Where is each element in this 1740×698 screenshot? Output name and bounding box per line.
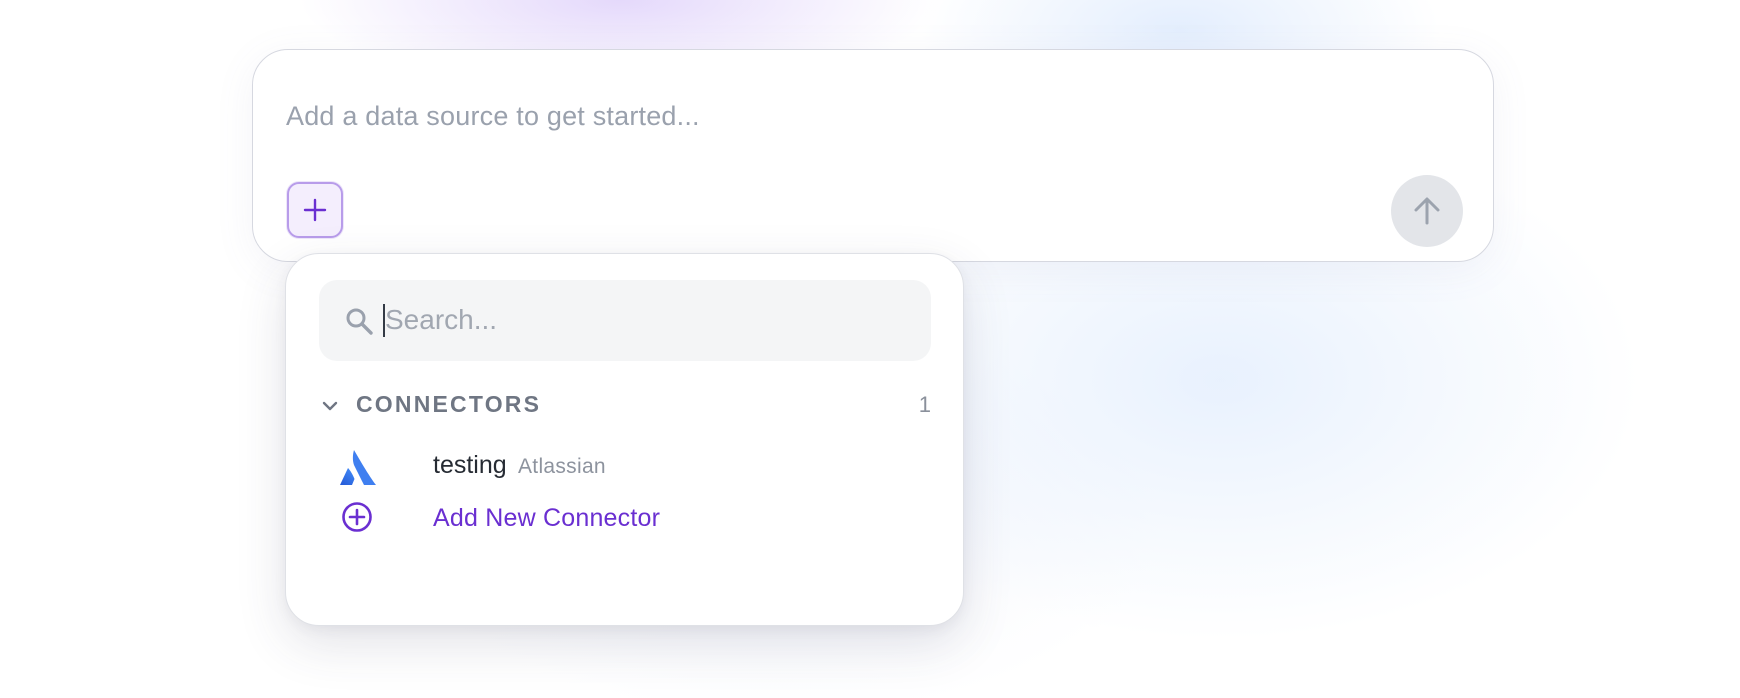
connector-vendor: Atlassian <box>518 455 606 478</box>
search-icon <box>346 308 373 335</box>
arrow-up-icon <box>1414 197 1440 225</box>
search-box[interactable] <box>319 280 931 361</box>
plus-icon <box>303 198 327 222</box>
section-count: 1 <box>918 392 931 417</box>
chat-composer: Add a data source to get started... <box>252 49 1494 262</box>
composer-input[interactable]: Add a data source to get started... <box>286 101 700 132</box>
add-new-connector-button[interactable]: Add New Connector <box>339 498 899 538</box>
add-data-source-button[interactable] <box>287 182 343 238</box>
add-connector-label: Add New Connector <box>433 504 661 532</box>
plus-circle-icon <box>342 502 372 532</box>
section-title: CONNECTORS <box>356 391 542 417</box>
send-button[interactable] <box>1391 175 1463 247</box>
data-source-dropdown: CONNECTORS 1 testing Atlassian Add New C… <box>285 253 964 626</box>
atlassian-logo-icon <box>340 450 376 485</box>
connector-item[interactable]: testing Atlassian <box>339 446 899 488</box>
connector-name: testing <box>433 451 507 479</box>
connectors-section-header[interactable]: CONNECTORS 1 <box>319 390 931 422</box>
chevron-down-icon[interactable] <box>319 395 341 417</box>
search-input[interactable] <box>385 298 905 342</box>
